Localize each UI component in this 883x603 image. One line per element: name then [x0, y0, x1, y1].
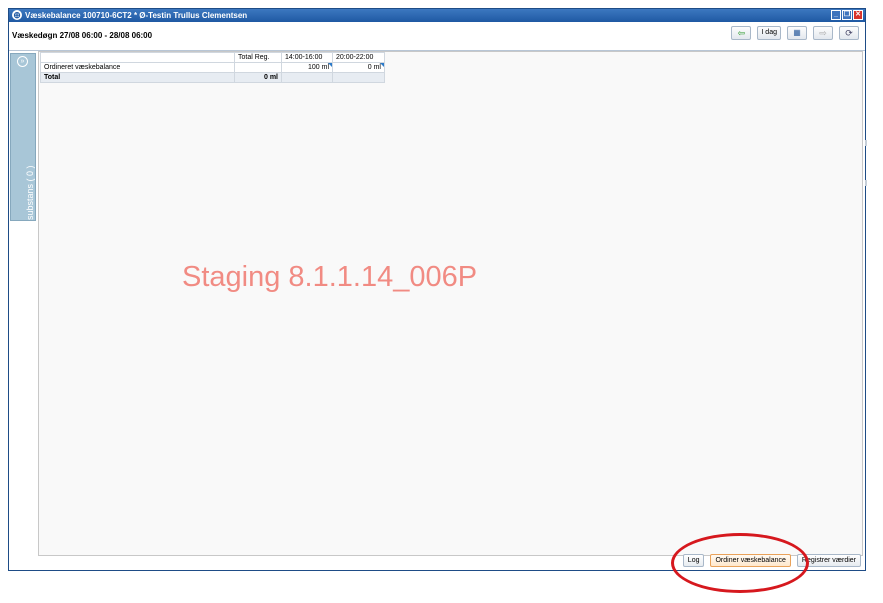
today-button[interactable]: I dag: [757, 26, 781, 40]
register-substance-panel[interactable]: » Registrer substans ( 0 ): [10, 53, 36, 259]
total-value: 0 ml: [234, 72, 282, 83]
column-header-total: Total Reg.: [234, 52, 282, 63]
register-substance-label: Registrer substans ( 0 ): [25, 165, 35, 259]
title-bar: ⊕ Væskebalance 100710-6CT2 * Ø-Testin Tr…: [9, 9, 865, 22]
window-title: Væskebalance 100710-6CT2 * Ø-Testin Trul…: [25, 11, 248, 20]
fluid-balance-grid-area: Total Reg. 14:00-16:00 20:00-22:00 Ordin…: [38, 51, 863, 556]
expand-icon[interactable]: »: [17, 56, 28, 67]
calendar-icon: ▦: [793, 28, 801, 37]
refresh-icon: ⟳: [845, 28, 853, 38]
app-icon: ⊕: [12, 10, 22, 20]
annotation-circle: [671, 533, 809, 593]
column-header-interval-2: 20:00-22:00: [332, 52, 385, 63]
period-label: Væskedøgn 27/08 06:00 - 28/08 06:00: [12, 31, 153, 40]
restore-button[interactable]: ❐: [842, 10, 852, 20]
column-header-interval-1: 14:00-16:00: [281, 52, 333, 63]
row-name: Ordineret væskebalance: [40, 62, 235, 73]
total-cell-interval-1: [281, 72, 333, 83]
edge-marker: [865, 180, 867, 186]
arrow-left-icon: ⇦: [737, 28, 746, 38]
previous-day-button[interactable]: ⇦: [731, 26, 752, 40]
column-header-name: [40, 52, 235, 63]
row-cell-interval-2[interactable]: 0 ml: [332, 62, 385, 73]
total-cell-interval-2: [332, 72, 385, 83]
edge-marker: [865, 140, 867, 146]
next-day-button[interactable]: ⇨: [813, 26, 833, 40]
table-row[interactable]: Ordineret væskebalance 100 ml 0 ml: [40, 62, 385, 73]
minimize-button[interactable]: _: [831, 10, 841, 20]
period-header: Væskedøgn 27/08 06:00 - 28/08 06:00 ⇦ I …: [9, 22, 865, 51]
staging-watermark: Staging 8.1.1.14_006P: [182, 261, 478, 293]
table-header-row: Total Reg. 14:00-16:00 20:00-22:00: [40, 52, 385, 63]
fluid-balance-table: Total Reg. 14:00-16:00 20:00-22:00 Ordin…: [40, 52, 385, 83]
close-button[interactable]: ✕: [853, 10, 863, 20]
window-controls: _ ❐ ✕: [831, 10, 863, 20]
total-row: Total 0 ml: [40, 72, 385, 83]
row-cell-interval-1[interactable]: 100 ml: [281, 62, 333, 73]
total-label: Total: [40, 72, 235, 83]
row-total: [234, 62, 282, 73]
toolbar: ⇦ I dag ▦ ⇨ ⟳: [731, 26, 859, 40]
calendar-button[interactable]: ▦: [787, 26, 807, 40]
app-window: ⊕ Væskebalance 100710-6CT2 * Ø-Testin Tr…: [8, 8, 866, 571]
refresh-button[interactable]: ⟳: [839, 26, 859, 40]
arrow-right-icon: ⇨: [819, 28, 827, 38]
